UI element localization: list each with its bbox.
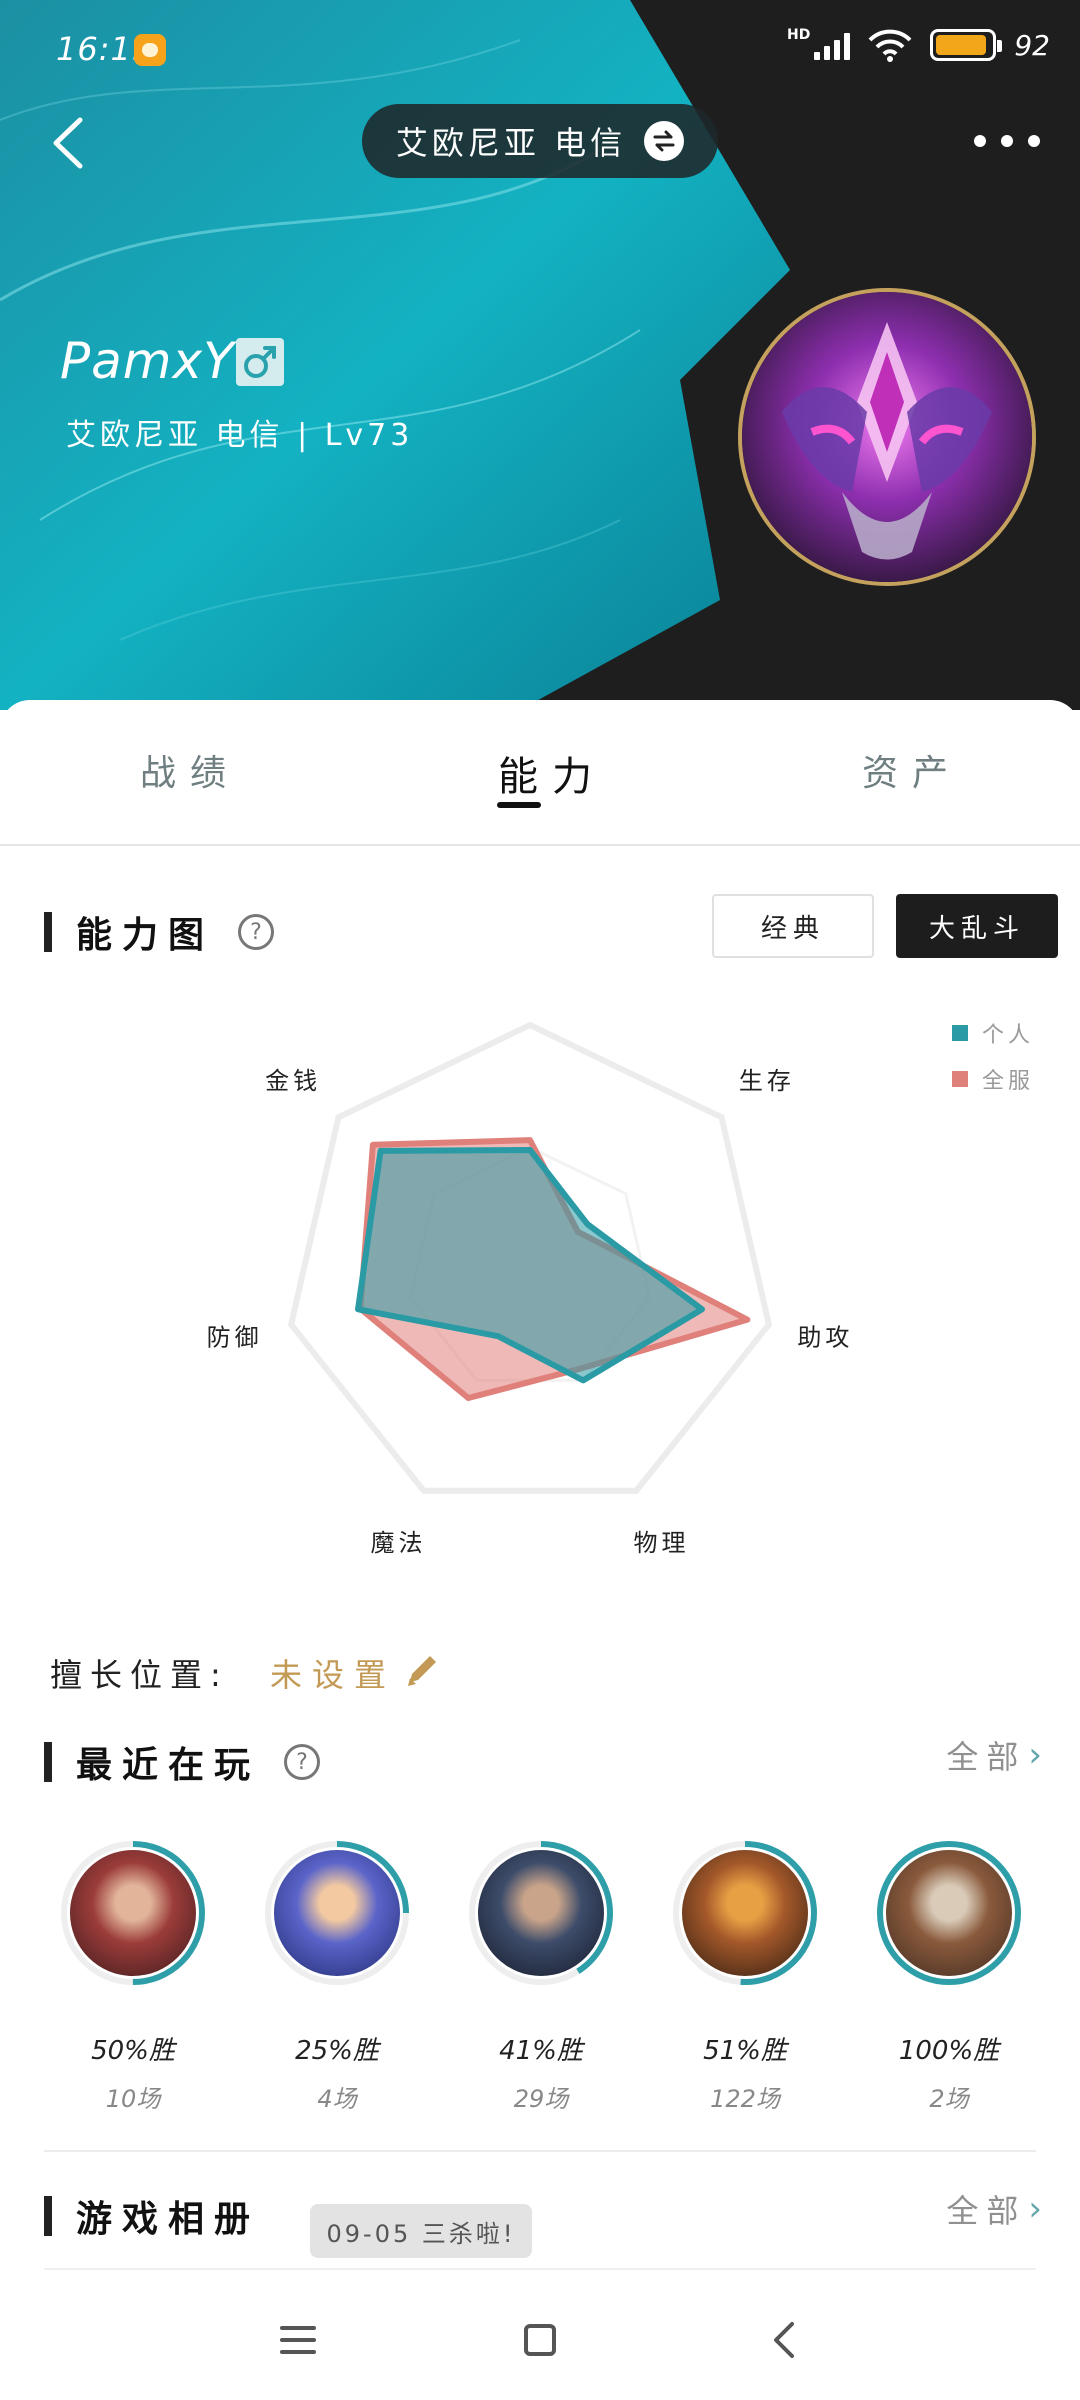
ability-section-header: 能力图 ? [44,906,275,958]
back-nav-icon[interactable] [756,2310,816,2370]
radar-axis-label: 助攻 [797,1323,853,1351]
player-server-level: 艾欧尼亚 电信 | Lv73 [66,418,414,453]
champion-games: 4场 [317,2085,357,2113]
server-name: 艾欧尼亚 电信 [395,124,627,162]
home-icon[interactable] [510,2310,570,2370]
champion-games: 29场 [513,2085,569,2113]
see-all-label: 全部 [946,1738,1027,1776]
champion-portrait [682,1850,808,1976]
tab-ability[interactable]: 能力 [498,744,606,802]
edit-pencil-icon[interactable] [402,1650,442,1690]
champion-item[interactable]: 100%胜 2场 [874,1838,1024,2114]
legend-label-personal: 个人 [982,1023,1035,1048]
champion-winrate: 41%胜 [499,2036,583,2066]
more-options-button[interactable] [974,124,1040,158]
mode-aram-button[interactable]: 大乱斗 [896,894,1058,958]
champion-winrate: 50%胜 [91,2036,175,2066]
champion-games: 10场 [105,2085,161,2113]
position-label: 擅长位置: [50,1656,229,1694]
champion-winrate: 25%胜 [295,2036,379,2066]
server-selector[interactable]: 艾欧尼亚 电信 [362,104,718,178]
content-panel: 战绩 能力 资产 能力图 ? 经典 大乱斗 击杀生存助攻物理 魔法 防御 金钱 个人 … [0,700,1080,2300]
chart-legend: 个人 全服 [952,1010,1034,1102]
radar-axis-label: 金钱 [265,1067,321,1095]
album-divider [44,2268,1036,2270]
profile-header: 16:19 HD 92 艾欧尼亚 电信 PamxYk 艾欧尼亚 电信 | Lv7… [0,0,1080,710]
player-avatar[interactable] [738,288,1036,586]
app-notification-icon [134,34,166,66]
legend-item-server: 全服 [952,1056,1034,1102]
signal-icon [814,30,851,60]
champion-winrate-ring [874,1838,1024,1988]
album-highlight-bubble[interactable]: 09-05 三杀啦! [310,2204,532,2258]
section-marker [44,2196,52,2236]
menu-icon[interactable] [268,2310,328,2370]
champion-item[interactable]: 41%胜 29场 [466,1838,616,2114]
legend-label-server: 全服 [982,1069,1035,1094]
battery-percent: 92 [1014,28,1050,62]
chevron-right-icon: › [1028,1735,1050,1775]
wifi-icon [868,29,912,62]
recent-see-all-link[interactable]: 全部 › [946,1732,1050,1778]
champion-portrait [274,1850,400,1976]
section-marker [44,1742,52,1782]
ability-title: 能力图 [76,915,215,956]
chevron-right-icon: › [1028,2189,1050,2229]
recent-title: 最近在玩 [76,1745,261,1786]
champion-winrate: 51%胜 [703,2036,787,2066]
champion-games: 2场 [929,2085,969,2113]
radar-axis-label: 击杀 [502,980,558,981]
player-name: PamxYk [60,332,265,390]
legend-swatch-personal [952,1025,968,1041]
champion-winrate: 100%胜 [898,2036,1000,2066]
champion-item[interactable]: 50%胜 10场 [58,1838,208,2114]
tab-record[interactable]: 战绩 [140,744,240,796]
champion-item[interactable]: 51%胜 122场 [670,1838,820,2114]
champion-item[interactable]: 25%胜 4场 [262,1838,412,2114]
tab-bar: 战绩 能力 资产 [0,700,1080,846]
champion-winrate-ring [670,1838,820,1988]
album-see-all-link[interactable]: 全部 › [946,2186,1050,2232]
tab-assets[interactable]: 资产 [862,744,962,796]
battery-icon [930,29,1003,61]
see-all-label: 全部 [946,2192,1027,2230]
legend-swatch-server [952,1071,968,1087]
hd-indicator: HD [787,27,811,43]
back-button[interactable] [36,108,106,178]
radar-axis-label: 生存 [739,1067,795,1095]
active-tab-indicator [497,802,541,808]
champion-winrate-ring [58,1838,208,1988]
champion-portrait [478,1850,604,1976]
section-divider [44,2150,1036,2152]
radar-axis-label: 物理 [633,1529,689,1557]
radar-axis-label: 魔法 [371,1529,427,1557]
help-icon[interactable]: ? [284,1744,321,1780]
ability-radar-chart: 击杀生存助攻物理 魔法 防御 金钱 [207,980,853,1557]
male-gender-icon [236,338,284,386]
section-marker [44,912,52,952]
champion-winrate-ring [262,1838,412,1988]
champion-portrait [886,1850,1012,1976]
album-title: 游戏相册 [76,2199,261,2240]
champion-portrait [70,1850,196,1976]
champion-games: 122场 [710,2085,780,2113]
legend-item-personal: 个人 [952,1010,1034,1056]
champion-winrate-ring [466,1838,616,1988]
radar-axis-label: 防御 [207,1323,263,1351]
recent-section-header: 最近在玩 ? [44,1736,321,1788]
album-section-header: 游戏相册 [44,2190,260,2242]
help-icon[interactable]: ? [238,914,275,950]
position-value[interactable]: 未设置 [270,1650,396,1696]
swap-icon [644,121,685,161]
system-navigation-bar [0,2280,1080,2400]
status-bar: 16:19 HD 92 [0,0,1080,100]
mode-classic-button[interactable]: 经典 [712,894,874,958]
